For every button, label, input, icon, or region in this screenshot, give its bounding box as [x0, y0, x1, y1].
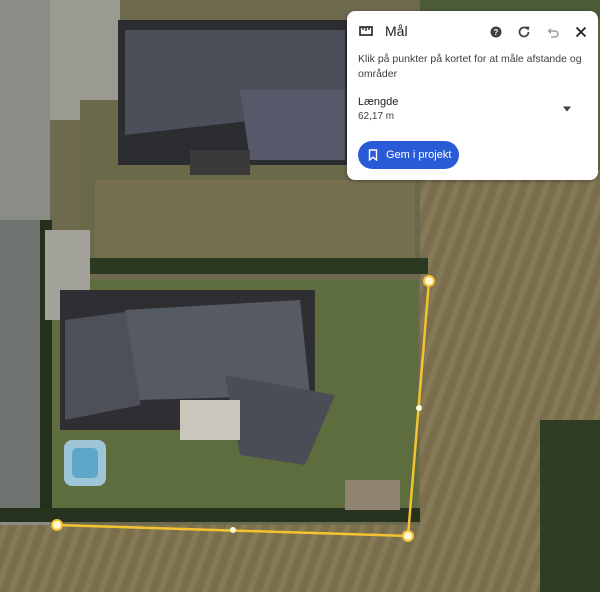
bookmark-icon [368, 149, 378, 161]
close-icon [575, 26, 587, 38]
instructions-text: Klik på punkter på kortet for at måle af… [358, 53, 582, 80]
reset-button[interactable] [513, 21, 535, 43]
reset-icon [518, 26, 530, 38]
measurement-midpoint [416, 405, 422, 411]
help-button[interactable]: ? [485, 21, 507, 43]
units-dropdown[interactable] [559, 101, 575, 117]
svg-text:?: ? [494, 28, 499, 37]
save-button-label: Gem i projekt [386, 149, 452, 161]
undo-icon [547, 28, 559, 38]
help-icon: ? [490, 26, 502, 38]
length-label: Længde [358, 96, 399, 108]
length-value: 62,17 m [358, 111, 395, 122]
save-to-project-button[interactable]: Gem i projekt [358, 141, 459, 169]
close-button[interactable] [570, 21, 592, 43]
measurement-midpoint [230, 527, 236, 533]
measurement-point [51, 519, 63, 531]
measurement-point [423, 275, 435, 287]
measure-panel: Mål ? Klik på punkter på kortet for at m… [347, 11, 598, 180]
dropdown-arrow-icon [563, 106, 571, 112]
undo-button[interactable] [542, 21, 564, 43]
measurement-point [402, 530, 414, 542]
panel-header: Mål ? [347, 11, 598, 51]
ruler-icon [359, 26, 373, 36]
panel-title: Mål [385, 23, 408, 39]
